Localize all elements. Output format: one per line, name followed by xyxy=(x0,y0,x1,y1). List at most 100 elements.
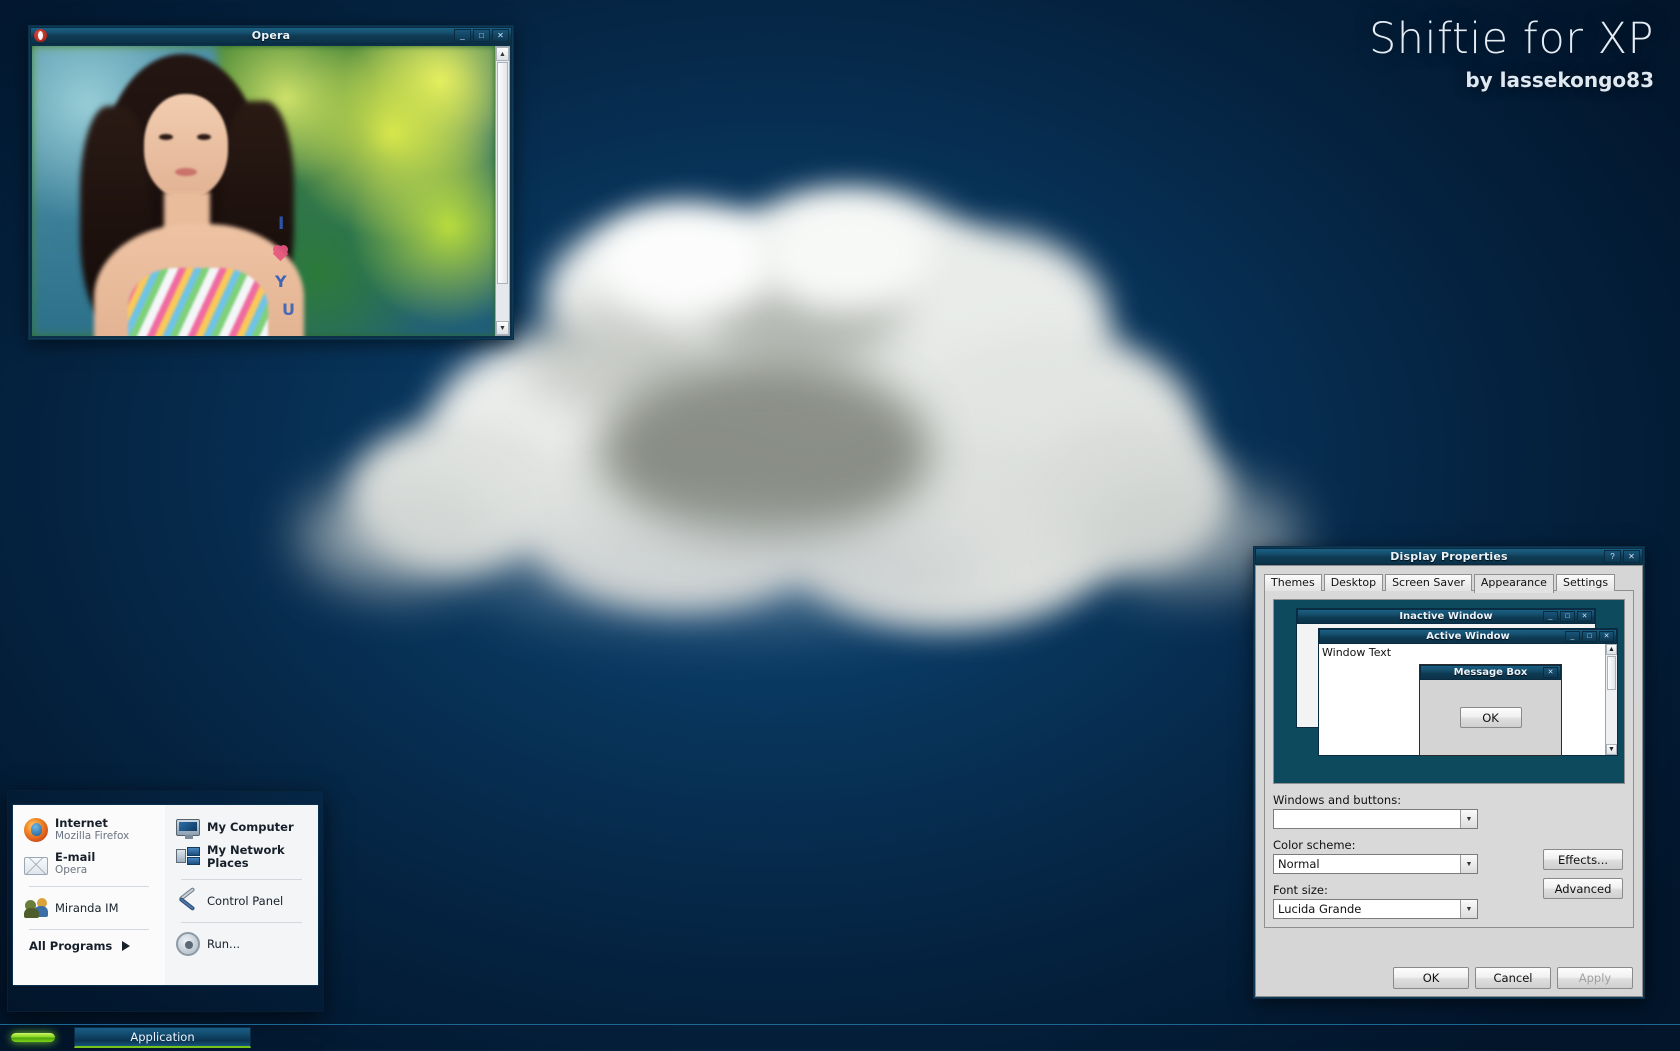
preview-scrollbar: ▲ ▼ xyxy=(1605,644,1617,755)
start-menu-item-email-sublabel: Opera xyxy=(55,864,88,876)
opera-window-controls: _ □ ✕ xyxy=(454,29,509,42)
minimize-icon[interactable]: _ xyxy=(454,29,471,42)
tab-screen-saver[interactable]: Screen Saver xyxy=(1385,574,1472,591)
tab-settings[interactable]: Settings xyxy=(1555,574,1616,591)
chevron-right-icon xyxy=(122,941,131,951)
start-menu-item-my-network-places-label: My Network Places xyxy=(207,843,285,870)
start-menu-item-control-panel[interactable]: Control Panel xyxy=(171,885,312,917)
start-menu-item-run[interactable]: Run... xyxy=(171,928,312,960)
font-size-value[interactable]: Lucida Grande xyxy=(1274,900,1460,918)
effects-button[interactable]: Effects... xyxy=(1543,849,1623,870)
preview-inactive-title: Inactive Window xyxy=(1399,611,1493,622)
brand-author: by lassekongo83 xyxy=(1465,68,1654,92)
firefox-icon xyxy=(24,818,48,842)
control-panel-icon xyxy=(176,886,200,913)
start-menu-all-programs[interactable]: All Programs xyxy=(19,935,159,957)
display-properties-window-controls: ? ✕ xyxy=(1604,550,1640,563)
windows-and-buttons-value[interactable] xyxy=(1274,810,1460,828)
start-button[interactable] xyxy=(0,1025,66,1051)
color-scheme-value[interactable]: Normal xyxy=(1274,855,1460,873)
start-menu-item-internet[interactable]: Internet Mozilla Firefox xyxy=(19,813,159,847)
start-menu-item-email[interactable]: E-mail Opera xyxy=(19,847,159,881)
start-menu-left-column: Internet Mozilla Firefox E-mail Opera Mi… xyxy=(13,805,165,985)
scroll-up-icon[interactable]: ▲ xyxy=(496,47,509,61)
maximize-icon: □ xyxy=(1582,631,1597,642)
start-menu-item-control-panel-label: Control Panel xyxy=(207,894,284,908)
mail-icon xyxy=(24,856,48,875)
computer-icon xyxy=(176,819,200,839)
preview-ok-button: OK xyxy=(1459,707,1522,728)
chevron-down-icon[interactable]: ▼ xyxy=(1460,900,1477,918)
close-icon[interactable]: ✕ xyxy=(1623,550,1640,563)
miranda-icon xyxy=(24,896,48,920)
start-menu-item-email-label: E-mail xyxy=(55,850,96,864)
opera-icon xyxy=(34,29,47,42)
network-icon xyxy=(176,845,200,869)
opera-window[interactable]: Opera _ □ ✕ I Y U ▲ ▼ xyxy=(28,25,514,340)
brand-watermark: Shiftie for XP by lassekongo83 xyxy=(1369,14,1654,93)
close-icon: ✕ xyxy=(1599,631,1614,642)
preview-message-box-controls: ✕ xyxy=(1543,667,1558,678)
preview-active-titlebar: Active Window _ □ ✕ xyxy=(1319,629,1617,644)
start-menu-item-my-computer[interactable]: My Computer xyxy=(171,813,312,840)
minimize-icon: _ xyxy=(1543,611,1558,622)
display-properties-tabs: Themes Desktop Screen Saver Appearance S… xyxy=(1264,572,1634,593)
brand-title: Shiftie for XP xyxy=(1369,14,1654,64)
start-menu[interactable]: Internet Mozilla Firefox E-mail Opera Mi… xyxy=(7,790,324,1012)
start-menu-item-internet-label: Internet xyxy=(55,816,108,830)
scroll-up-icon: ▲ xyxy=(1606,644,1617,655)
preview-message-box-titlebar: Message Box ✕ xyxy=(1420,665,1561,680)
chevron-down-icon[interactable]: ▼ xyxy=(1460,810,1477,828)
display-properties-body: Themes Desktop Screen Saver Appearance S… xyxy=(1255,565,1643,997)
scroll-down-icon[interactable]: ▼ xyxy=(496,321,509,335)
start-menu-item-run-label: Run... xyxy=(207,937,241,951)
preview-message-box: Message Box ✕ OK xyxy=(1419,664,1562,756)
preview-active-title: Active Window xyxy=(1426,631,1510,642)
preview-active-window: Active Window _ □ ✕ Window Text Message … xyxy=(1318,628,1618,756)
preview-active-client-area: Window Text Message Box ✕ OK ▲ ▼ xyxy=(1319,644,1617,756)
tab-themes[interactable]: Themes xyxy=(1264,574,1322,591)
preview-inactive-controls: _ □ ✕ xyxy=(1543,611,1592,622)
start-menu-right-column: My Computer My Network Places Control Pa… xyxy=(165,805,318,985)
font-size-combo[interactable]: Lucida Grande ▼ xyxy=(1273,899,1478,919)
preview-message-box-body: OK xyxy=(1420,680,1561,755)
opera-vertical-scrollbar[interactable]: ▲ ▼ xyxy=(495,46,510,336)
start-menu-separator xyxy=(181,922,302,923)
run-icon xyxy=(176,932,200,956)
all-programs-label: All Programs xyxy=(29,939,113,953)
preview-message-box-title: Message Box xyxy=(1453,667,1528,678)
scrollbar-track[interactable] xyxy=(496,61,509,321)
opera-photo: I Y U xyxy=(32,46,495,336)
display-properties-title: Display Properties xyxy=(1390,550,1508,563)
close-icon[interactable]: ✕ xyxy=(492,29,509,42)
chevron-down-icon[interactable]: ▼ xyxy=(1460,855,1477,873)
maximize-icon[interactable]: □ xyxy=(473,29,490,42)
start-menu-item-my-network-places[interactable]: My Network Places xyxy=(171,840,312,874)
help-icon[interactable]: ? xyxy=(1604,550,1621,563)
scrollbar-thumb[interactable] xyxy=(497,62,508,284)
cancel-button[interactable]: Cancel xyxy=(1475,967,1551,989)
tab-desktop[interactable]: Desktop xyxy=(1323,574,1384,591)
start-menu-separator xyxy=(181,879,302,880)
windows-and-buttons-label: Windows and buttons: xyxy=(1273,793,1402,807)
appearance-preview: Inactive Window _ □ ✕ Active Window _ □ … xyxy=(1273,599,1625,784)
windows-and-buttons-combo[interactable]: ▼ xyxy=(1273,809,1478,829)
apply-button: Apply xyxy=(1557,967,1633,989)
start-menu-separator xyxy=(29,929,149,930)
start-menu-item-internet-sublabel: Mozilla Firefox xyxy=(55,830,130,842)
color-scheme-combo[interactable]: Normal ▼ xyxy=(1273,854,1478,874)
opera-window-body: I Y U ▲ ▼ xyxy=(30,44,512,338)
start-menu-separator xyxy=(29,886,149,887)
opera-titlebar[interactable]: Opera _ □ ✕ xyxy=(30,27,512,44)
display-properties-dialog[interactable]: Display Properties ? ✕ Themes Desktop Sc… xyxy=(1253,546,1645,999)
advanced-button[interactable]: Advanced xyxy=(1543,878,1623,899)
taskbar-item-application[interactable]: Application xyxy=(74,1027,251,1048)
display-properties-titlebar[interactable]: Display Properties ? ✕ xyxy=(1255,548,1643,565)
start-button-glow-icon xyxy=(11,1033,55,1042)
start-menu-item-my-computer-label: My Computer xyxy=(207,819,294,834)
taskbar[interactable]: Application xyxy=(0,1024,1680,1050)
tab-appearance[interactable]: Appearance xyxy=(1473,574,1554,593)
ok-button[interactable]: OK xyxy=(1393,967,1469,989)
start-menu-item-miranda-im[interactable]: Miranda IM xyxy=(19,892,159,924)
start-menu-content: Internet Mozilla Firefox E-mail Opera Mi… xyxy=(12,804,319,986)
